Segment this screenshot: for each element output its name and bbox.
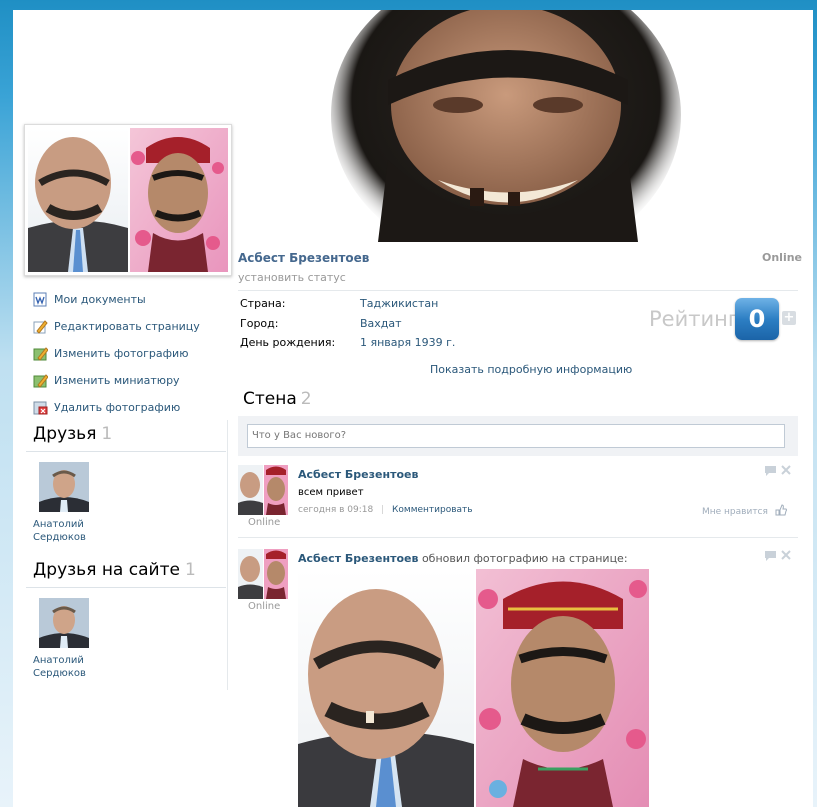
- meta-separator: |: [381, 505, 385, 515]
- post2-header: Асбест Брезентоев обновил фотографию на …: [298, 552, 628, 565]
- friend-item[interactable]: Анатолий Сердюков: [33, 462, 113, 544]
- rating-plus-button[interactable]: +: [782, 311, 796, 325]
- friend-avatar[interactable]: [39, 462, 89, 512]
- documents-icon: [33, 292, 48, 307]
- post-meta: сегодня в 09:18 | Комментировать: [298, 505, 473, 515]
- set-status-link[interactable]: установить статус: [238, 271, 346, 284]
- country-label: Страна:: [240, 297, 286, 310]
- menu-change-photo[interactable]: Изменить фотографию: [33, 340, 200, 367]
- profile-page: Мои документы Редактировать страницу Изм…: [13, 10, 813, 807]
- post2-author-online: Online: [248, 601, 281, 612]
- delete-post-icon[interactable]: [781, 465, 791, 478]
- friend-name[interactable]: Анатолий Сердюков: [33, 518, 113, 544]
- post-author-online: Online: [248, 517, 281, 528]
- friend-online-item[interactable]: Анатолий Сердюков: [33, 598, 113, 680]
- post2-author-avatar[interactable]: [238, 549, 288, 599]
- profile-avatar[interactable]: [24, 124, 232, 276]
- menu-label: Изменить фотографию: [54, 347, 189, 360]
- reply-icon[interactable]: [765, 466, 776, 479]
- friends-title[interactable]: Друзья 1: [33, 424, 112, 444]
- friends-count: 1: [101, 424, 113, 444]
- wall-post-input[interactable]: [247, 424, 785, 448]
- wall-count: 2: [300, 389, 312, 409]
- rating-label: Рейтинг: [649, 307, 739, 331]
- friend-online-name[interactable]: Анатолий Сердюков: [33, 654, 113, 680]
- city-label: Город:: [240, 317, 279, 330]
- profile-name[interactable]: Асбест Брезентоев: [238, 251, 369, 265]
- change-photo-icon: [33, 346, 49, 361]
- cover-photo[interactable]: [238, 10, 813, 242]
- city-value[interactable]: Вахдат: [360, 317, 402, 330]
- friends-online-divider: [26, 587, 226, 588]
- like-button[interactable]: Мне нравится: [702, 504, 787, 519]
- birthday-value[interactable]: 1 января 1939 г.: [360, 336, 455, 349]
- post-time[interactable]: сегодня в 09:18: [298, 505, 373, 515]
- thumbs-up-icon: [775, 504, 787, 519]
- rating-badge[interactable]: 0: [735, 298, 779, 340]
- birthday-label: День рождения:: [240, 336, 336, 349]
- menu-change-thumbnail[interactable]: Изменить миниатюру: [33, 367, 200, 394]
- post2-action: обновил фотографию на странице:: [421, 552, 628, 565]
- comment-link[interactable]: Комментировать: [392, 505, 473, 515]
- post2-attached-photo[interactable]: [298, 569, 649, 807]
- column-separator: [227, 420, 228, 690]
- menu-label: Удалить фотографию: [54, 401, 181, 414]
- post-author-name[interactable]: Асбест Брезентоев: [298, 468, 418, 481]
- wall-title[interactable]: Стена 2: [243, 389, 312, 409]
- show-details-link[interactable]: Показать подробную информацию: [430, 363, 632, 376]
- friend-online-avatar[interactable]: [39, 598, 89, 648]
- info-divider: [238, 290, 798, 291]
- country-value[interactable]: Таджикистан: [360, 297, 438, 310]
- friends-divider: [26, 451, 226, 452]
- friends-online-count: 1: [184, 560, 196, 580]
- delete-post-icon[interactable]: [781, 550, 791, 563]
- friends-online-title[interactable]: Друзья на сайте 1: [33, 560, 196, 580]
- post2-author-name[interactable]: Асбест Брезентоев: [298, 552, 418, 565]
- delete-photo-icon: [33, 400, 48, 415]
- online-indicator: Online: [762, 251, 803, 264]
- reply-icon[interactable]: [765, 551, 776, 564]
- menu-label: Изменить миниатюру: [54, 374, 180, 387]
- post-author-avatar[interactable]: [238, 465, 288, 515]
- post-text: всем привет: [298, 487, 364, 498]
- change-thumbnail-icon: [33, 373, 49, 388]
- edit-page-icon: [33, 319, 48, 334]
- menu-delete-photo[interactable]: Удалить фотографию: [33, 394, 200, 421]
- post-divider: [238, 537, 798, 538]
- menu-label: Мои документы: [54, 293, 146, 306]
- profile-menu: Мои документы Редактировать страницу Изм…: [33, 286, 200, 421]
- menu-label: Редактировать страницу: [54, 320, 200, 333]
- menu-edit-page[interactable]: Редактировать страницу: [33, 313, 200, 340]
- menu-my-documents[interactable]: Мои документы: [33, 286, 200, 313]
